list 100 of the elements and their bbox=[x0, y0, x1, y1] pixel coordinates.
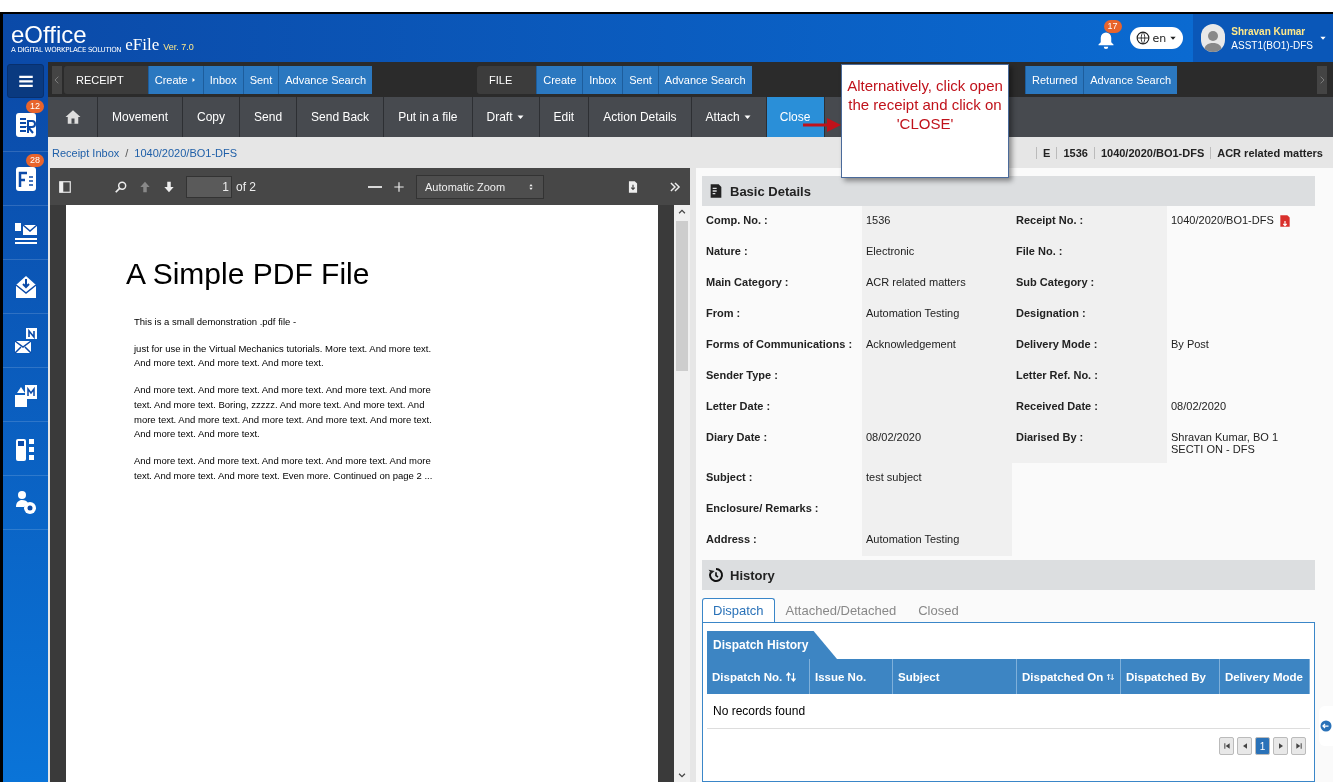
summary-item: 1040/2020/BO1-DFS bbox=[1093, 146, 1211, 159]
column-header[interactable]: Subject bbox=[893, 659, 1017, 694]
menu-button[interactable] bbox=[7, 64, 44, 98]
field-label: Diary Date : bbox=[705, 430, 769, 445]
field-value: Electronic bbox=[862, 237, 1012, 268]
search-icon bbox=[114, 179, 128, 194]
nav-button[interactable]: Inbox bbox=[582, 65, 623, 94]
pdf-paragraph: And more text. And more text. And more text. And more text. And more text. And more text. Boring, zzzzz. And more text. And more text. And more text. And more text. And more text. And more text. And more text. And more text. And more text. bbox=[134, 383, 433, 442]
page-number-field[interactable]: 1 bbox=[186, 175, 232, 198]
last-page-button[interactable] bbox=[1291, 737, 1306, 755]
zoom-select[interactable]: Automatic Zoom bbox=[416, 174, 545, 199]
zoom-in-button[interactable] bbox=[392, 179, 406, 194]
nav-button[interactable]: Inbox bbox=[202, 65, 243, 94]
field-label: Address : bbox=[705, 532, 758, 547]
app-version: Ver. 7.0 bbox=[163, 42, 194, 52]
user-role: ASST1(BO1)-DFS bbox=[1231, 39, 1313, 51]
notification-count: 17 bbox=[1103, 20, 1122, 33]
more-tools-button[interactable] bbox=[668, 179, 682, 194]
field-value: 08/02/2020 bbox=[862, 423, 1012, 463]
scrollbar[interactable] bbox=[674, 205, 690, 782]
pdf-paragraph: And more text. And more text. And more text. And more text. And more text. And more text. And more text. Even more. Continued on page 2 ... bbox=[134, 454, 434, 483]
breadcrumb-separator: / bbox=[125, 146, 129, 159]
first-page-button[interactable] bbox=[1219, 737, 1234, 755]
section-title: Basic Details bbox=[730, 183, 811, 199]
field-value: test subject bbox=[862, 463, 1012, 494]
bell-icon[interactable] bbox=[1096, 30, 1115, 50]
module-label: RECEIPT bbox=[64, 65, 148, 94]
document-icon bbox=[708, 183, 724, 199]
nav-button[interactable]: Sent bbox=[242, 65, 279, 94]
tab[interactable]: Attached/Detached bbox=[774, 598, 908, 622]
nav-button[interactable]: Advance Search bbox=[1083, 65, 1177, 94]
field-label: Subject : bbox=[705, 470, 754, 485]
field-value: 1040/2020/BO1-DFS bbox=[1167, 206, 1315, 237]
side-panel-tab[interactable] bbox=[1319, 706, 1333, 746]
field-label: Designation : bbox=[1012, 299, 1167, 330]
instruction-callout: Alternatively, click open the receipt and click on 'CLOSE' bbox=[841, 64, 1009, 178]
previous-page-button[interactable] bbox=[1237, 737, 1252, 755]
column-header[interactable]: Delivery Mode bbox=[1220, 659, 1310, 694]
field-label: Diarised By : bbox=[1012, 423, 1167, 463]
pdf-paragraph: This is a small demonstration .pdf file - bbox=[134, 315, 298, 329]
pdf-paragraph: just for use in the Virtual Mechanics tutorials. More text. And more text. And more text. And more text. And more text. bbox=[134, 341, 433, 371]
pdf-title: A Simple PDF File bbox=[126, 257, 371, 291]
breadcrumb-link[interactable]: Receipt Inbox bbox=[52, 146, 120, 159]
column-header[interactable]: Issue No. bbox=[810, 659, 893, 694]
logo: eOffice bbox=[11, 22, 88, 47]
user-name: Shravan Kumar bbox=[1231, 25, 1307, 37]
home-icon bbox=[63, 108, 82, 126]
field-value: Automation Testing bbox=[862, 525, 1012, 556]
empty-message: No records found bbox=[707, 694, 1310, 729]
next-page-button[interactable] bbox=[162, 179, 176, 194]
sidebar-item[interactable]: 28 bbox=[3, 152, 48, 206]
action-button[interactable]: Close bbox=[766, 97, 825, 137]
field-label: Nature : bbox=[705, 244, 749, 259]
summary-item: E bbox=[1036, 146, 1057, 159]
nav-button[interactable]: Create bbox=[147, 65, 203, 94]
history-icon bbox=[708, 567, 724, 583]
field-label: Sender Type : bbox=[705, 368, 779, 383]
field-value: Acknowledgement bbox=[862, 330, 1012, 361]
column-header[interactable]: Dispatched On bbox=[1017, 659, 1121, 694]
field-value: ACR related matters bbox=[862, 268, 1012, 299]
download-button[interactable] bbox=[626, 179, 640, 194]
avatar-icon bbox=[1201, 24, 1226, 52]
arrow-left-icon bbox=[1320, 719, 1332, 733]
language-selector[interactable]: en bbox=[1129, 27, 1184, 49]
double-chevron-icon bbox=[668, 179, 682, 194]
field-value: By Post bbox=[1170, 337, 1210, 352]
field-label: Forms of Communications : bbox=[705, 337, 854, 352]
field-label: Letter Date : bbox=[705, 399, 772, 414]
column-header[interactable]: Dispatch No. bbox=[707, 659, 810, 694]
nav-button[interactable]: Create bbox=[536, 65, 583, 94]
nav-button[interactable]: Advance Search bbox=[278, 65, 372, 94]
field-label: Received Date : bbox=[1012, 392, 1167, 423]
scrollbar-thumb[interactable] bbox=[676, 221, 688, 371]
next-page-button[interactable] bbox=[1273, 737, 1288, 755]
tab[interactable]: Dispatch bbox=[702, 598, 775, 622]
field-value: 1536 bbox=[862, 206, 1012, 237]
app-name: eFile bbox=[125, 35, 160, 55]
field-label: Delivery Mode : bbox=[1012, 330, 1167, 361]
nav-button[interactable]: Advance Search bbox=[657, 65, 752, 94]
field-label: From : bbox=[705, 306, 742, 321]
sidebar-toggle-button[interactable] bbox=[58, 179, 72, 194]
arrow-up-icon bbox=[138, 179, 152, 194]
summary-item: 1536 bbox=[1056, 146, 1094, 159]
table-title: Dispatch History bbox=[707, 631, 837, 659]
download-icon bbox=[626, 179, 640, 194]
sidebar-item[interactable]: 12 bbox=[3, 98, 48, 152]
nav-button[interactable]: Returned bbox=[1025, 65, 1084, 94]
field-value: Automation Testing bbox=[862, 299, 1012, 330]
zoom-out-button[interactable] bbox=[368, 185, 382, 188]
user-menu[interactable]: Shravan Kumar ASST1(BO1)-DFS bbox=[1193, 14, 1333, 62]
search-button[interactable] bbox=[114, 179, 128, 194]
breadcrumb-link[interactable]: 1040/2020/BO1-DFS bbox=[134, 146, 238, 159]
tab[interactable]: Closed bbox=[907, 598, 970, 622]
nav-button[interactable]: Sent bbox=[622, 65, 658, 94]
plus-icon bbox=[392, 179, 406, 194]
notice-icon bbox=[12, 326, 39, 355]
page-button[interactable]: 1 bbox=[1255, 737, 1270, 755]
arrow-down-icon bbox=[162, 179, 176, 194]
column-header[interactable]: Dispatched By bbox=[1121, 659, 1220, 694]
field-label: Main Category : bbox=[705, 275, 790, 290]
